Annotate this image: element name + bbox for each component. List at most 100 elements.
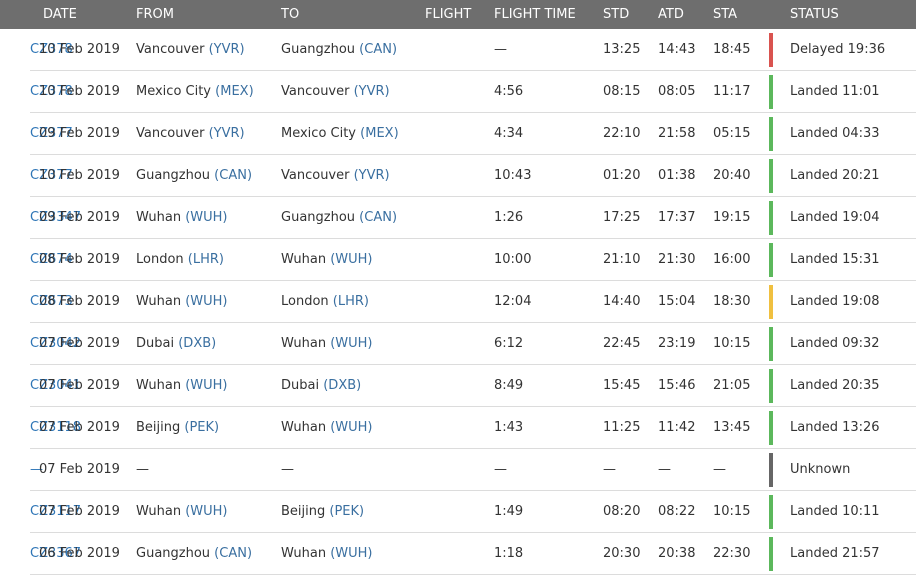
cell-atd: 08:22 [658,504,696,519]
cell-atd: 20:38 [658,546,696,561]
to-airport-link[interactable]: (WUH) [330,420,372,435]
cell-std: 15:45 [603,378,641,393]
to-airport-link[interactable]: (PEK) [329,504,364,519]
table-row[interactable]: 07 Feb 2019 Wuhan (WUH) Dubai (DXB) CZ3041 8… [30,365,916,407]
to-airport-link[interactable]: (CAN) [359,42,397,57]
table-row[interactable]: 09 Feb 2019 Vancouver (YVR) Mexico City (M… [30,113,916,155]
cell-sta: 10:15 [713,336,751,351]
column-header-std[interactable]: STD [603,0,629,29]
cell-to: Wuhan (WUH) [281,407,373,449]
cell-flight-time: 1:49 [494,504,524,519]
cell-from: Wuhan (WUH) [136,365,228,407]
to-airport-link[interactable]: (WUH) [330,546,372,561]
to-city: Dubai [281,378,320,393]
cell-status: Landed 19:04 [790,210,880,225]
column-header-atd[interactable]: ATD [658,0,684,29]
from-airport-link[interactable]: (MEX) [215,84,253,99]
cell-status: Unknown [790,462,851,477]
cell-atd: 23:19 [658,336,696,351]
from-city: Guangzhou [136,546,211,561]
cell-flight-time: 1:26 [494,210,524,225]
from-city: Vancouver [136,42,205,57]
table-row[interactable]: 08 Feb 2019 London (LHR) Wuhan (WUH) CZ674 1… [30,239,916,281]
cell-flight-time: 1:43 [494,420,524,435]
cell-sta: 22:30 [713,546,751,561]
from-city: Wuhan [136,504,182,519]
from-city: — [136,462,149,477]
cell-atd: — [658,462,671,477]
from-city: Mexico City [136,84,212,99]
column-header-status[interactable]: STATUS [790,0,839,29]
to-airport-link[interactable]: (YVR) [354,168,390,183]
status-indicator-bar [769,243,773,277]
table-row[interactable]: 10 Feb 2019 Mexico City (MEX) Vancouver (Y… [30,71,916,113]
cell-std: 11:25 [603,420,641,435]
to-airport-link[interactable]: (MEX) [360,126,398,141]
cell-from: Vancouver (YVR) [136,29,245,71]
flight-history-table: DATE FROM TO FLIGHT FLIGHT TIME STD ATD … [0,0,916,575]
from-airport-link[interactable]: (WUH) [185,210,227,225]
table-row[interactable]: 07 Feb 2019— — — — — — — Unknown [30,449,916,491]
cell-from: London (LHR) [136,239,224,281]
table-row[interactable]: 08 Feb 2019 Wuhan (WUH) London (LHR) CZ673 1… [30,281,916,323]
to-airport-link[interactable]: (CAN) [359,210,397,225]
from-airport-link[interactable]: (WUH) [185,378,227,393]
column-header-to[interactable]: TO [281,0,299,29]
cell-to: Guangzhou (CAN) [281,197,397,239]
to-city: Beijing [281,504,326,519]
table-row[interactable]: 10 Feb 2019 Vancouver (YVR) Guangzhou (CAN… [30,29,916,71]
to-city: Vancouver [281,168,350,183]
from-airport-link[interactable]: (CAN) [214,168,252,183]
from-airport-link[interactable]: (WUH) [185,294,227,309]
from-airport-link[interactable]: (PEK) [184,420,219,435]
cell-from: Beijing (PEK) [136,407,219,449]
to-airport-link[interactable]: (WUH) [330,336,372,351]
cell-sta: — [713,462,726,477]
to-airport-link[interactable]: (WUH) [330,252,372,267]
cell-from: Guangzhou (CAN) [136,533,252,575]
table-row[interactable]: 07 Feb 2019 Wuhan (WUH) Beijing (PEK) CZ311… [30,491,916,533]
table-row[interactable]: 09 Feb 2019 Wuhan (WUH) Guangzhou (CAN) CZ3… [30,197,916,239]
status-indicator-bar [769,75,773,109]
column-header-sta[interactable]: STA [713,0,737,29]
table-row[interactable]: 07 Feb 2019 Dubai (DXB) Wuhan (WUH) CZ3042 6… [30,323,916,365]
cell-from: Mexico City (MEX) [136,71,254,113]
cell-to: Guangzhou (CAN) [281,29,397,71]
from-airport-link[interactable]: (YVR) [209,126,245,141]
table-row[interactable]: 06 Feb 2019 Guangzhou (CAN) Wuhan (WUH) CZ3… [30,533,916,575]
to-city: — [281,462,294,477]
to-airport-link[interactable]: (YVR) [354,84,390,99]
column-header-flight[interactable]: FLIGHT [425,0,471,29]
from-airport-link[interactable]: (LHR) [188,252,224,267]
column-header-flight-time[interactable]: FLIGHT TIME [494,0,576,29]
cell-sta: 18:30 [713,294,751,309]
cell-std: 22:10 [603,126,641,141]
cell-to: Wuhan (WUH) [281,239,373,281]
to-airport-link[interactable]: (LHR) [333,294,369,309]
cell-flight-time: 6:12 [494,336,524,351]
cell-std: — [603,462,616,477]
cell-to: Vancouver (YVR) [281,71,390,113]
from-airport-link[interactable]: (DXB) [178,336,216,351]
to-airport-link[interactable]: (DXB) [323,378,361,393]
cell-status: Landed 04:33 [790,126,880,141]
cell-status: Landed 20:21 [790,168,880,183]
from-airport-link[interactable]: (YVR) [209,42,245,57]
cell-to: — [281,449,294,491]
table-row[interactable]: 10 Feb 2019 Guangzhou (CAN) Vancouver (YVR… [30,155,916,197]
cell-from: Wuhan (WUH) [136,197,228,239]
cell-std: 13:25 [603,42,641,57]
from-airport-link[interactable]: (CAN) [214,546,252,561]
table-row[interactable]: 07 Feb 2019 Beijing (PEK) Wuhan (WUH) CZ311… [30,407,916,449]
cell-flight-time: 4:34 [494,126,524,141]
cell-to: Vancouver (YVR) [281,155,390,197]
column-header-from[interactable]: FROM [136,0,174,29]
cell-status: Landed 15:31 [790,252,880,267]
cell-from: — [136,449,149,491]
cell-flight-time: 1:18 [494,546,524,561]
cell-sta: 21:05 [713,378,751,393]
from-airport-link[interactable]: (WUH) [185,504,227,519]
cell-std: 08:15 [603,84,641,99]
column-header-date[interactable]: DATE [43,0,77,29]
cell-std: 14:40 [603,294,641,309]
